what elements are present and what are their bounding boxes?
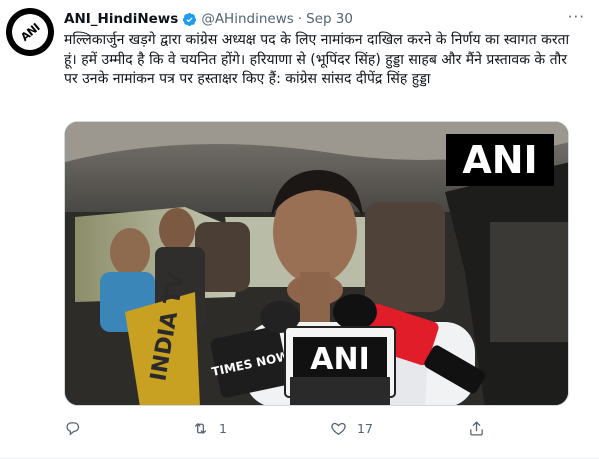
like-button[interactable]: 17 <box>330 420 373 437</box>
retweet-count: 1 <box>219 421 227 436</box>
ani-logo: ANI <box>6 8 54 56</box>
separator-dot: · <box>297 11 303 27</box>
reply-button[interactable] <box>64 420 91 437</box>
share-icon <box>470 421 483 436</box>
more-options-icon[interactable]: ··· <box>568 8 585 26</box>
like-count: 17 <box>357 421 373 436</box>
timestamp[interactable]: Sep 30 <box>306 11 353 27</box>
display-name[interactable]: ANI_HindiNews <box>64 11 178 27</box>
tweet[interactable]: ANI ANI_HindiNews @AHindinews · Sep 30 ·… <box>0 0 599 459</box>
tweet-actions: 1 17 <box>64 420 494 440</box>
tweet-header: ANI_HindiNews @AHindinews · Sep 30 <box>64 10 589 28</box>
avatar-logo-text: ANI <box>18 20 42 44</box>
share-button[interactable] <box>468 420 495 437</box>
heart-icon <box>331 422 346 435</box>
ani-watermark: ANI <box>462 138 537 182</box>
ani-mic-label: ANI <box>310 342 370 377</box>
retweet-icon <box>194 423 207 434</box>
ani-mic: ANI <box>284 326 396 405</box>
tweet-text: मल्लिकार्जुन खड़गे द्वारा कांग्रेस अध्यक… <box>64 32 570 87</box>
reply-icon <box>66 422 80 436</box>
handle[interactable]: @AHindinews <box>201 11 293 27</box>
tweet-media[interactable]: ANI INDIA TV TIMES NOW ANI <box>64 121 569 406</box>
retweet-button[interactable]: 1 <box>192 420 227 437</box>
video-still: ANI INDIA TV TIMES NOW ANI <box>65 122 568 405</box>
avatar[interactable]: ANI <box>6 8 54 56</box>
verified-badge-icon <box>183 12 197 26</box>
